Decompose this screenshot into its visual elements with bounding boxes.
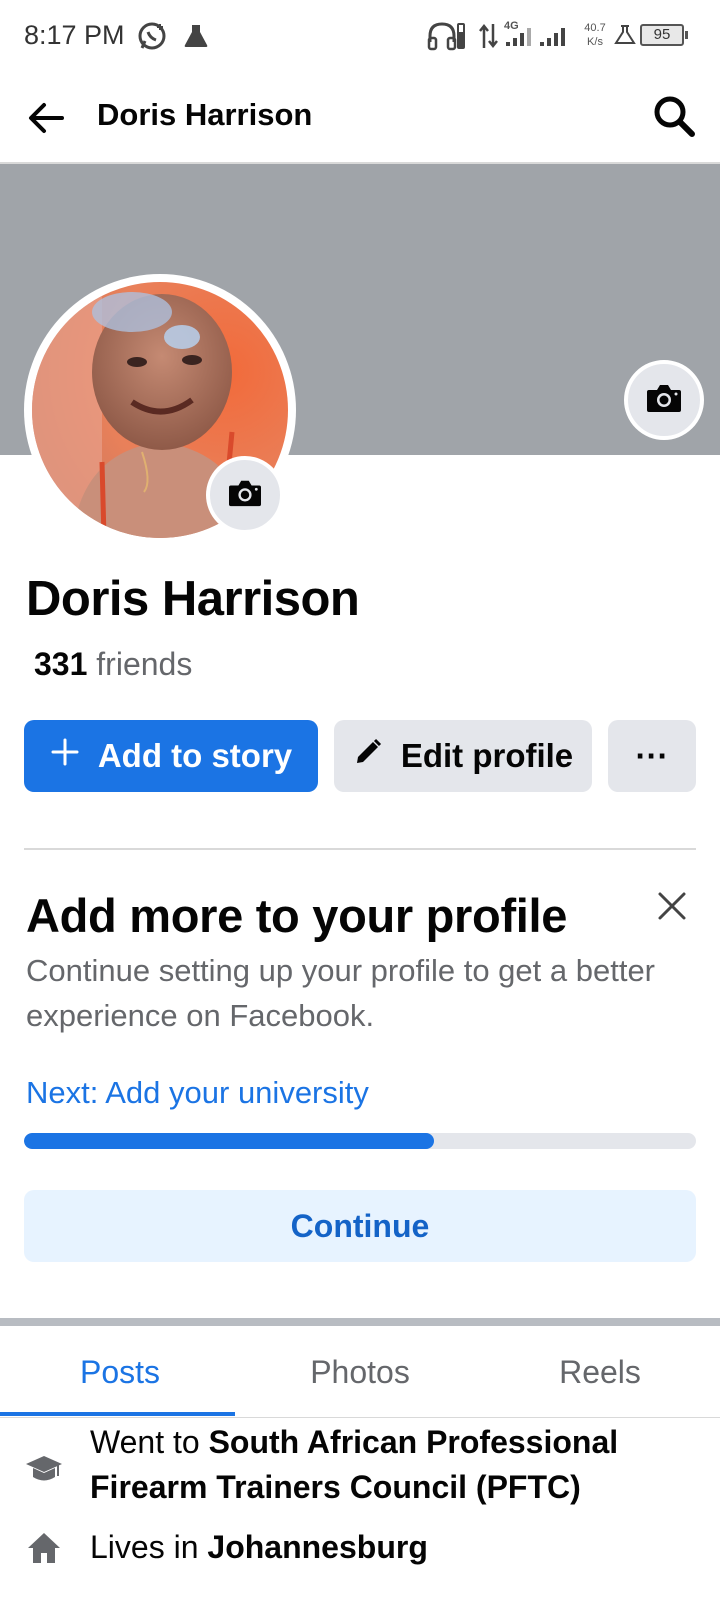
headphones-icon xyxy=(426,20,466,57)
add-to-story-button[interactable]: Add to story xyxy=(24,720,318,792)
tab-reels[interactable]: Reels xyxy=(480,1326,720,1418)
signal-icon xyxy=(506,26,536,53)
back-arrow-icon[interactable] xyxy=(22,94,70,142)
data-transfer-icon xyxy=(478,22,500,55)
signal-icon xyxy=(540,26,570,53)
profile-completion-description: Continue setting up your profile to get … xyxy=(26,953,656,1033)
profile-tabs: Posts Photos Reels xyxy=(0,1326,720,1418)
continue-button[interactable]: Continue xyxy=(24,1190,696,1262)
divider xyxy=(24,848,696,850)
next-step-link[interactable]: Next: Add your university xyxy=(26,1075,369,1111)
residence-prefix: Lives in xyxy=(90,1529,208,1565)
pencil-icon xyxy=(353,737,401,775)
flask-icon xyxy=(182,22,210,55)
whatsapp-icon xyxy=(136,20,168,57)
friends-count-link[interactable]: 331 friends xyxy=(34,646,192,683)
profile-name: Doris Harrison xyxy=(26,572,360,626)
close-icon[interactable] xyxy=(650,884,694,928)
profile-picture-camera-button[interactable] xyxy=(206,456,284,534)
more-options-button[interactable]: ··· xyxy=(608,720,696,792)
network-speed-value: 40.7 xyxy=(584,22,606,34)
header-title: Doris Harrison xyxy=(97,97,313,132)
friends-label: friends xyxy=(96,646,193,682)
graduation-cap-icon xyxy=(24,1450,64,1490)
section-divider xyxy=(0,1318,720,1326)
top-app-bar: Doris Harrison xyxy=(0,72,720,164)
camera-icon xyxy=(227,477,263,514)
progress-fill xyxy=(24,1133,434,1149)
alert-flask-icon xyxy=(614,24,636,51)
edit-profile-label: Edit profile xyxy=(400,737,574,774)
plus-icon xyxy=(50,737,98,775)
status-time: 8:17 PM xyxy=(24,20,125,50)
home-icon xyxy=(24,1528,64,1568)
camera-icon xyxy=(645,381,683,420)
status-bar: 8:17 PM 4G 40.7 K/s 95 xyxy=(0,0,720,72)
friends-count: 331 xyxy=(34,646,88,682)
add-to-story-label: Add to story xyxy=(97,737,293,774)
cover-camera-button[interactable] xyxy=(624,360,704,440)
network-speed-unit: K/s xyxy=(587,36,603,48)
battery-icon: 95 xyxy=(640,24,688,46)
education-prefix: Went to xyxy=(90,1424,209,1460)
tab-photos[interactable]: Photos xyxy=(240,1326,480,1418)
edit-profile-button[interactable]: Edit profile xyxy=(334,720,592,792)
more-dots-icon: ··· xyxy=(635,737,669,774)
search-icon[interactable] xyxy=(650,92,698,140)
education-detail: Went to South African Professional Firea… xyxy=(90,1420,710,1510)
residence-detail: Lives in Johannesburg xyxy=(90,1525,710,1570)
active-tab-indicator xyxy=(0,1412,235,1416)
tab-posts[interactable]: Posts xyxy=(0,1326,240,1418)
profile-completion-progress xyxy=(24,1133,696,1149)
residence-value[interactable]: Johannesburg xyxy=(207,1529,427,1565)
profile-completion-title: Add more to your profile xyxy=(26,889,568,942)
